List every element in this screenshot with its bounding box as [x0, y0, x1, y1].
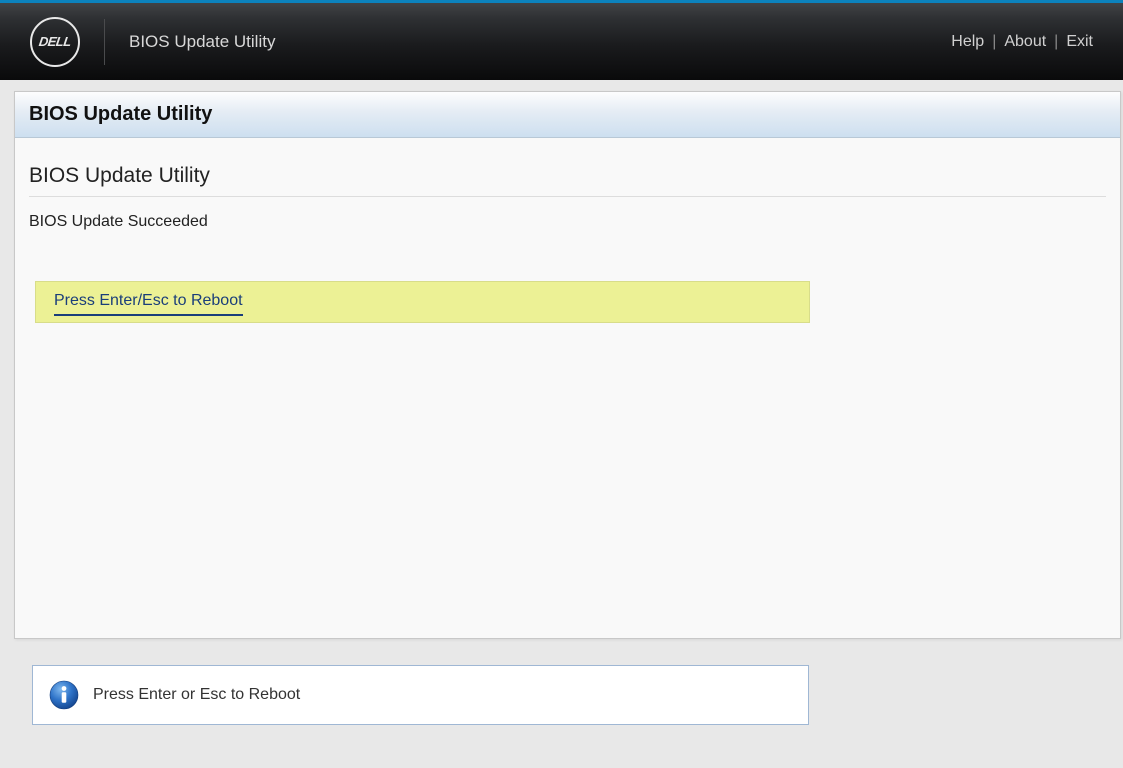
content-wrap: BIOS Update Utility BIOS Update Utility …	[0, 80, 1123, 725]
dell-logo-icon: DELL	[30, 17, 80, 67]
panel-header-title: BIOS Update Utility	[29, 103, 1106, 126]
reboot-prompt-bar[interactable]: Press Enter/Esc to Reboot	[35, 281, 810, 323]
reboot-prompt-text: Press Enter/Esc to Reboot	[54, 292, 243, 316]
info-message: Press Enter or Esc to Reboot	[93, 686, 300, 704]
exit-link[interactable]: Exit	[1066, 33, 1093, 51]
logo-divider	[104, 19, 105, 65]
section-title: BIOS Update Utility	[29, 164, 1106, 197]
logo-section: DELL BIOS Update Utility	[30, 17, 275, 67]
top-bar: DELL BIOS Update Utility Help | About | …	[0, 0, 1123, 80]
main-panel: BIOS Update Utility BIOS Update Utility …	[14, 91, 1121, 639]
nav-separator: |	[1054, 33, 1058, 51]
help-link[interactable]: Help	[951, 33, 984, 51]
status-message: BIOS Update Succeeded	[29, 213, 1106, 231]
info-box: Press Enter or Esc to Reboot	[32, 665, 809, 725]
app-title: BIOS Update Utility	[129, 32, 275, 52]
dell-logo-text: DELL	[38, 34, 72, 49]
panel-body: BIOS Update Utility BIOS Update Succeede…	[15, 138, 1120, 638]
info-icon	[49, 680, 79, 710]
nav-separator: |	[992, 33, 996, 51]
about-link[interactable]: About	[1004, 33, 1046, 51]
top-nav: Help | About | Exit	[951, 33, 1093, 51]
panel-header: BIOS Update Utility	[15, 92, 1120, 138]
